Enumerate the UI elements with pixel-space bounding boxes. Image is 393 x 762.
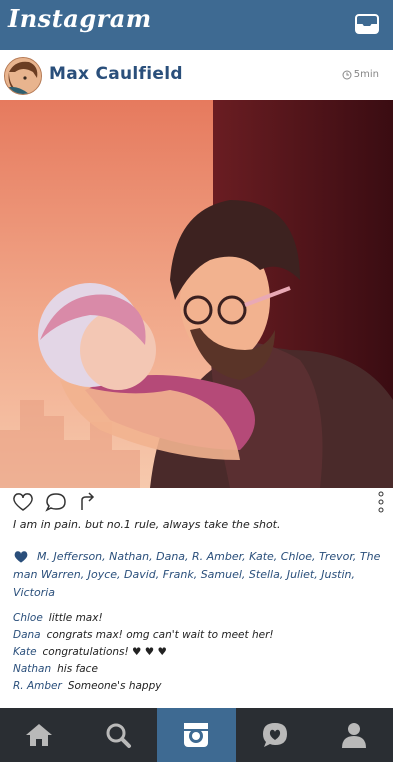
clock-icon [342, 70, 352, 79]
comment: Nathan his face [13, 661, 274, 678]
inbox-icon[interactable] [355, 14, 379, 34]
tab-home[interactable] [0, 708, 79, 762]
comment-author[interactable]: Chloe [13, 612, 43, 624]
comment: R. Amber Someone's happy [13, 678, 274, 695]
comment-text: his face [57, 663, 98, 675]
tab-camera[interactable] [157, 708, 236, 762]
comment: Chloe little max! [13, 610, 274, 627]
comment-text: little max! [48, 612, 103, 624]
comment-text: congratulations! ♥ ♥ ♥ [42, 646, 167, 658]
comment-icon[interactable] [45, 492, 67, 512]
comment-author[interactable]: Nathan [13, 663, 51, 675]
comment-text: congrats max! omg can't wait to meet her… [46, 629, 274, 641]
tab-activity[interactable] [236, 708, 315, 762]
heart-icon[interactable] [12, 492, 34, 512]
comment: Dana congrats max! omg can't wait to meet… [13, 627, 274, 644]
comment-author[interactable]: R. Amber [13, 680, 62, 692]
post-username[interactable]: Max Caulfield [49, 64, 183, 84]
post-photo[interactable] [0, 100, 393, 488]
tab-search[interactable] [79, 708, 158, 762]
comments-list: Chloe little max! Dana congrats max! omg c… [13, 610, 274, 695]
profile-icon [341, 723, 366, 748]
comment-author[interactable]: Dana [13, 629, 41, 641]
post-time-label: 5min [353, 69, 379, 80]
avatar[interactable] [4, 57, 42, 95]
top-bar: Instagram [0, 0, 393, 50]
app-title: Instagram [8, 4, 152, 33]
tab-profile[interactable] [314, 708, 393, 762]
home-icon [26, 724, 53, 746]
likes-names[interactable]: M. Jefferson, Nathan, Dana, R. Amber, Ka… [13, 550, 380, 599]
heart-icon [14, 551, 28, 563]
camera-icon [184, 723, 209, 747]
more-dots-icon[interactable] [376, 490, 386, 514]
post-caption: I am in pain. but no.1 rule, always take… [13, 518, 281, 531]
likes-list: M. Jefferson, Nathan, Dana, R. Amber, Ka… [13, 548, 388, 602]
comment-text: Someone's happy [67, 680, 162, 692]
post-header: Max Caulfield 5min [0, 50, 393, 101]
activity-icon [263, 723, 288, 747]
share-icon[interactable] [79, 492, 97, 512]
post-time: 5min [342, 69, 379, 80]
comment: Kate congratulations! ♥ ♥ ♥ [13, 644, 274, 661]
bottom-nav [0, 708, 393, 762]
search-icon [106, 723, 131, 748]
comment-author[interactable]: Kate [13, 646, 37, 658]
post-actions [0, 488, 393, 514]
